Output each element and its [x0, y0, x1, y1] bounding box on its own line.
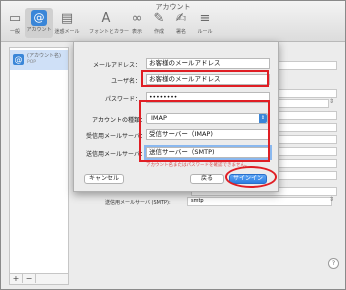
- background-field: [277, 123, 337, 132]
- chevron-updown-icon: ⇕: [329, 196, 335, 203]
- help-button[interactable]: ?: [328, 258, 339, 269]
- background-field: [277, 147, 337, 156]
- account-list-controls: + −: [10, 273, 68, 284]
- title-bar: アカウント ▭ 一般 @ アカウント ▤ 迷惑メール A フォントとカラー ∞ …: [1, 1, 345, 42]
- background-field: [277, 89, 337, 98]
- back-button[interactable]: 戻る: [190, 174, 224, 184]
- server-settings-highlight: [139, 100, 270, 162]
- smtp-select[interactable]: smtp: [187, 197, 332, 206]
- username-highlight: [141, 70, 269, 87]
- smtp-label: 送信用メールサーバ (SMTP):: [105, 200, 171, 206]
- account-type-label: アカウントの種類：: [91, 117, 146, 124]
- toolbar-junk[interactable]: ▤ 迷惑メール: [53, 10, 81, 36]
- at-icon: @: [31, 10, 47, 26]
- warning-text: アカウント名またはパスワードを確認できません。: [146, 163, 250, 168]
- toolbar-rules[interactable]: ≡ ルール: [191, 10, 219, 36]
- chevron-updown-icon: ⇕: [329, 98, 335, 105]
- outgoing-server-label: 送信用メールサーバ：: [86, 151, 146, 158]
- incoming-server-label: 受信用メールサーバ：: [86, 133, 146, 140]
- rules-icon: ≡: [199, 11, 211, 26]
- password-label: パスワード：: [104, 96, 141, 103]
- account-type: POP: [27, 60, 36, 65]
- toolbar-accounts[interactable]: @ アカウント: [25, 8, 53, 38]
- background-field: [277, 111, 337, 120]
- background-field: [277, 135, 337, 144]
- account-list-item[interactable]: @ (アカウント名) POP: [10, 50, 68, 70]
- username-label: ユーザ名：: [111, 78, 141, 85]
- account-list: @ (アカウント名) POP + −: [9, 47, 69, 285]
- trash-icon: ▤: [60, 11, 74, 26]
- add-account-button[interactable]: +: [10, 274, 23, 283]
- preferences-window: アカウント ▭ 一般 @ アカウント ▤ 迷惑メール A フォントとカラー ∞ …: [0, 0, 346, 290]
- account-name: (アカウント名): [27, 53, 61, 59]
- toolbar-fonts[interactable]: A フォントとカラー: [89, 10, 129, 36]
- background-field: [277, 159, 337, 168]
- background-field: [277, 61, 337, 70]
- background-select: [277, 99, 329, 108]
- remove-account-button[interactable]: −: [23, 274, 36, 283]
- font-icon: A: [101, 11, 111, 26]
- signin-highlight: [225, 166, 277, 188]
- background-field: [277, 171, 337, 180]
- at-icon: @: [13, 54, 24, 65]
- cancel-button[interactable]: キャンセル: [84, 174, 124, 184]
- email-label: メールアドレス：: [92, 62, 141, 69]
- email-field[interactable]: お客様のメールアドレス: [146, 58, 270, 69]
